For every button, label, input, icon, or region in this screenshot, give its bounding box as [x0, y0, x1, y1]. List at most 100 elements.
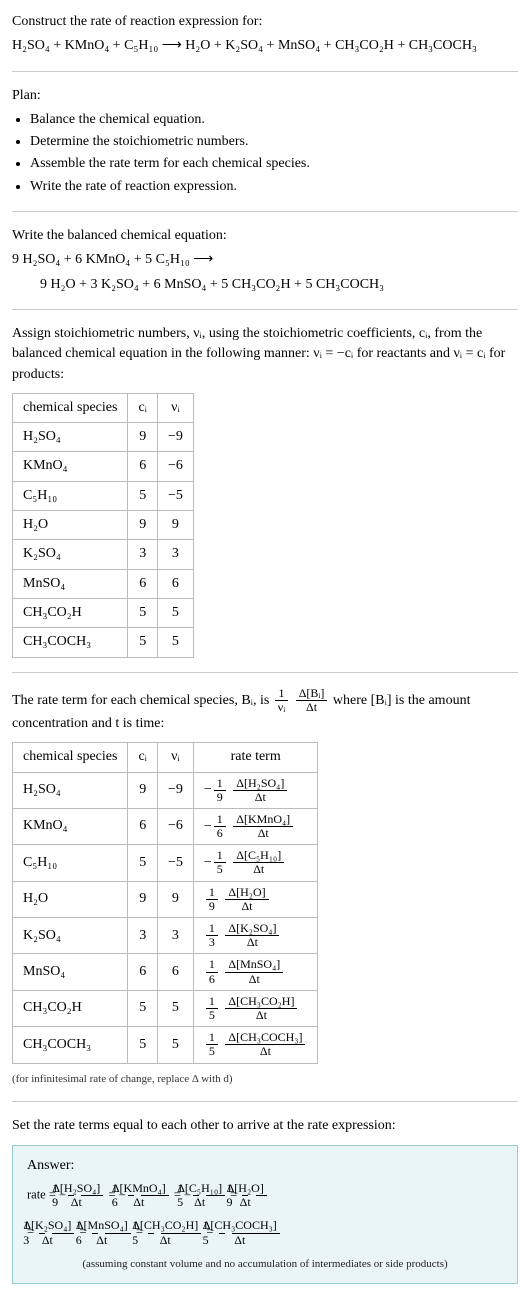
species-cell: H₂SO₄	[13, 772, 128, 808]
c-cell: 5	[128, 845, 158, 881]
table-header: chemical species	[13, 393, 128, 422]
c-cell: 5	[128, 598, 158, 627]
rate-term: −19 Δ[H₂SO₄]Δt	[59, 1188, 105, 1202]
answer-title: Answer:	[27, 1156, 503, 1176]
species-cell: MnSO₄	[13, 954, 128, 990]
c-cell: 9	[128, 423, 158, 452]
v-cell: −9	[157, 423, 193, 452]
species-cell: MnSO₄	[13, 569, 128, 598]
fraction: Δ[CH₃CO₂H]Δt	[225, 995, 297, 1022]
rate-term: 19 Δ[H₂O]Δt	[240, 1188, 268, 1202]
species-cell: K₂SO₄	[13, 918, 128, 954]
frac-num: Δ[H₂SO₄]	[81, 1182, 103, 1196]
v-cell: −5	[157, 845, 193, 881]
frac-num: Δ[KMnO₄]	[233, 813, 293, 827]
v-cell: 5	[157, 1027, 193, 1063]
frac-den: Δt	[233, 791, 287, 804]
plan-item: Assemble the rate term for each chemical…	[30, 154, 518, 174]
table-header: cᵢ	[128, 743, 158, 772]
table-row: KMnO₄6−6	[13, 452, 194, 481]
fraction: 19	[206, 886, 218, 913]
v-cell: 5	[157, 628, 193, 657]
frac-den: 5	[206, 1045, 218, 1058]
frac-num: Δ[C₅H₁₀]	[233, 849, 284, 863]
frac-den: Δt	[225, 1045, 305, 1058]
stoich-table: chemical species cᵢ νᵢ H₂SO₄9−9KMnO₄6−6C…	[12, 393, 194, 658]
frac-num: Δ[MnSO₄]	[105, 1219, 131, 1233]
fraction: 15	[206, 1031, 218, 1058]
fraction: Δ[H₂SO₄]Δt	[233, 777, 287, 804]
c-cell: 3	[128, 540, 158, 569]
v-cell: 5	[157, 598, 193, 627]
rate-term: −15 Δ[C₅H₁₀]Δt	[204, 855, 286, 870]
frac-num: Δ[KMnO₄]	[141, 1182, 169, 1196]
table-row: KMnO₄6−6−16 Δ[KMnO₄]Δt	[13, 808, 318, 844]
divider	[12, 71, 518, 72]
frac-num: Δ[CH₃CO₂H]	[161, 1219, 201, 1233]
v-cell: 6	[157, 954, 193, 990]
frac-num: Δ[H₂O]	[256, 1182, 267, 1196]
c-cell: 5	[128, 481, 158, 510]
frac-num: Δ[H₂SO₄]	[233, 777, 287, 791]
fraction: Δ[K₂SO₄]Δt	[225, 922, 279, 949]
assign-text: Assign stoichiometric numbers, νᵢ, using…	[12, 324, 518, 385]
table-row: MnSO₄6616 Δ[MnSO₄]Δt	[13, 954, 318, 990]
rate-term-text-a: The rate term for each chemical species,…	[12, 692, 273, 707]
divider	[12, 1101, 518, 1102]
reaction-rhs: H₂O + K₂SO₄ + MnSO₄ + CH₃CO₂H + CH₃COCH₃	[185, 38, 477, 53]
frac-den: Δt	[225, 1009, 297, 1022]
rate-cell: −16 Δ[KMnO₄]Δt	[193, 808, 318, 844]
species-cell: CH₃COCH₃	[13, 1027, 128, 1063]
rate-cell: 15 Δ[CH₃CO₂H]Δt	[193, 990, 318, 1026]
frac-den: Δt	[81, 1196, 103, 1209]
frac-num: Δ[C₅H₁₀]	[206, 1182, 225, 1196]
rate-cell: 16 Δ[MnSO₄]Δt	[193, 954, 318, 990]
table-row: H₂SO₄9−9	[13, 423, 194, 452]
frac-den: νᵢ	[275, 701, 288, 714]
fraction: 16	[214, 813, 226, 840]
intro-prompt: Construct the rate of reaction expressio…	[12, 12, 518, 32]
frac-den: Δt	[256, 1196, 267, 1209]
rate-cell: 13 Δ[K₂SO₄]Δt	[193, 918, 318, 954]
rate-term: −19 Δ[H₂SO₄]Δt	[204, 782, 290, 797]
balanced-title: Write the balanced chemical equation:	[12, 226, 518, 246]
v-cell: 9	[157, 881, 193, 917]
v-cell: 3	[157, 918, 193, 954]
fraction: 19	[214, 777, 226, 804]
rate-term: 15 Δ[CH₃COCH₃]Δt	[217, 1225, 282, 1239]
v-cell: −6	[157, 808, 193, 844]
intro-reaction: H₂SO₄ + KMnO₄ + C₅H₁₀ ⟶ H₂O + K₂SO₄ + Mn…	[12, 36, 518, 56]
frac-num: 1	[206, 1031, 218, 1045]
rate-term: 15 Δ[CH₃COCH₃]Δt	[204, 1037, 308, 1052]
table-row: MnSO₄66	[13, 569, 194, 598]
fraction: Δ[KMnO₄]Δt	[141, 1182, 169, 1209]
fraction: Δ[H₂SO₄]Δt	[81, 1182, 103, 1209]
table-row: K₂SO₄33	[13, 540, 194, 569]
frac-num: Δ[Bᵢ]	[296, 687, 328, 701]
table-row: CH₃CO₂H55	[13, 598, 194, 627]
rate-cell: −15 Δ[C₅H₁₀]Δt	[193, 845, 318, 881]
frac-num: 1	[214, 777, 226, 791]
rate-term: −15 Δ[C₅H₁₀]Δt	[184, 1188, 227, 1202]
frac-den: Δt	[233, 827, 293, 840]
answer-body: rate = −19 Δ[H₂SO₄]Δt = −16 Δ[KMnO₄]Δt =…	[27, 1182, 503, 1247]
v-cell: 5	[157, 990, 193, 1026]
frac-den: Δt	[206, 1196, 225, 1209]
c-cell: 6	[128, 569, 158, 598]
v-cell: 9	[157, 511, 193, 540]
fraction: Δ[KMnO₄]Δt	[233, 813, 293, 840]
frac-num: Δ[CH₃COCH₃]	[225, 1031, 305, 1045]
table-row: H₂O9919 Δ[H₂O]Δt	[13, 881, 318, 917]
rate-cell: 15 Δ[CH₃COCH₃]Δt	[193, 1027, 318, 1063]
fraction: Δ[MnSO₄]Δt	[225, 958, 283, 985]
frac-den: Δt	[141, 1196, 169, 1209]
table-row: CH₃COCH₃5515 Δ[CH₃COCH₃]Δt	[13, 1027, 318, 1063]
rate-term: 16 Δ[MnSO₄]Δt	[90, 1225, 133, 1239]
species-cell: H₂O	[13, 881, 128, 917]
fraction: 15	[206, 995, 218, 1022]
frac-den: 6	[214, 827, 226, 840]
frac-den: 9	[206, 900, 218, 913]
table-row: C₅H₁₀5−5−15 Δ[C₅H₁₀]Δt	[13, 845, 318, 881]
table-row: CH₃COCH₃55	[13, 628, 194, 657]
c-cell: 5	[128, 1027, 158, 1063]
